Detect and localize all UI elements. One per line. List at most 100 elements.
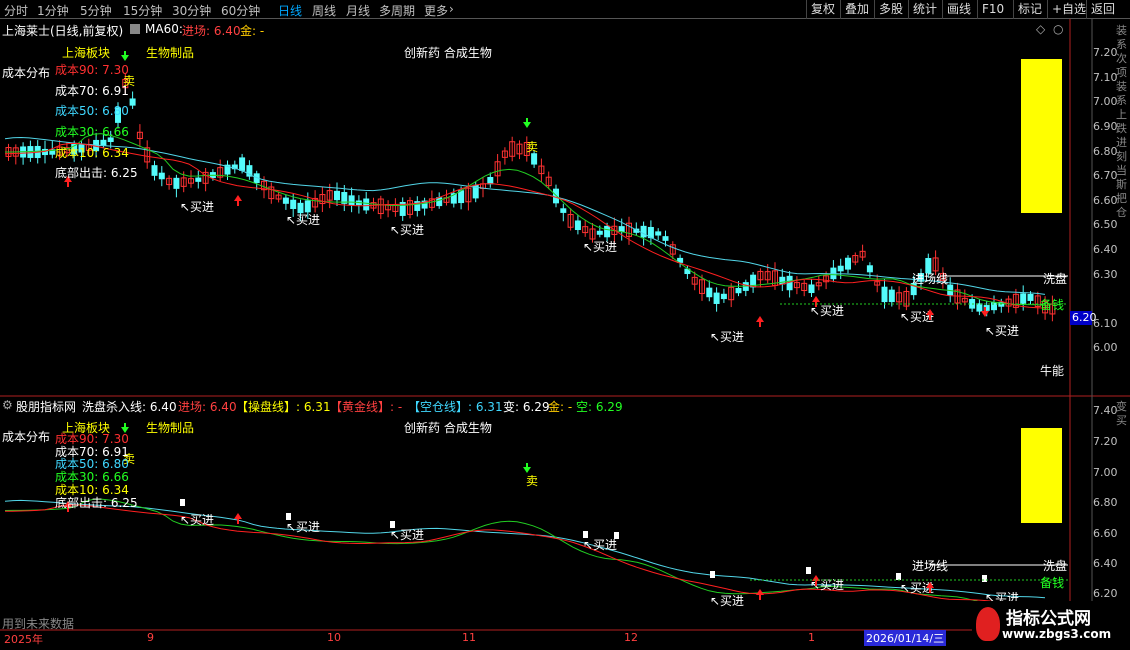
jinchangxian-label-top: 进场线 bbox=[912, 272, 949, 286]
right-strip-text-bottom: 变买 bbox=[1116, 400, 1127, 427]
watermark-box: 指标公式网 www.zbgs3.com bbox=[972, 601, 1130, 650]
x-axis-label: 2025年 bbox=[4, 633, 43, 646]
biaoji-button[interactable]: 标记 bbox=[1013, 0, 1046, 19]
f10-button[interactable]: F10 bbox=[977, 0, 1008, 19]
candle-body bbox=[458, 190, 465, 204]
y-tick-top: 6.50 bbox=[1093, 218, 1118, 231]
cost10-top: 成本10: 6.34 bbox=[55, 146, 129, 160]
huaxian-button[interactable]: 画线 bbox=[942, 0, 975, 19]
tab-period-daily[interactable]: 日线 bbox=[278, 2, 302, 19]
future-data-note: 用到未来数据 bbox=[2, 617, 75, 631]
ma60-label: MA60: bbox=[145, 22, 183, 36]
bottom-out-bottom: 底部出击: 6.25 bbox=[55, 496, 138, 510]
tab-period-60min[interactable]: 60分钟 bbox=[221, 2, 260, 19]
beiqian-label-bottom: 备钱 bbox=[1040, 576, 1065, 590]
indicator-title[interactable]: 股朋指标网 bbox=[16, 398, 76, 415]
dropdown-toggle-icon[interactable] bbox=[130, 24, 140, 34]
jinchangxian-label-bottom: 进场线 bbox=[912, 559, 949, 573]
candle-body bbox=[604, 225, 611, 238]
diejia-button[interactable]: 叠加 bbox=[840, 0, 873, 19]
candle-body bbox=[297, 202, 304, 214]
indicator-xipan-value: 洗盘杀入线: 6.40 bbox=[82, 400, 177, 414]
indicator-block bbox=[390, 521, 395, 528]
candle-body bbox=[334, 190, 340, 201]
buy-signal: ↖买进 bbox=[180, 200, 214, 214]
yellow-signal-box-top bbox=[1021, 59, 1062, 213]
cost70-top: 成本70: 6.91 bbox=[55, 84, 129, 98]
jin-value: 金: - bbox=[240, 24, 265, 38]
candle-body bbox=[596, 230, 603, 235]
ma60-line bbox=[4, 136, 1046, 295]
y-tick-bottom: 7.40 bbox=[1093, 404, 1118, 417]
ma-short-line bbox=[5, 133, 1046, 306]
indicator-block bbox=[286, 513, 291, 520]
candle-body bbox=[574, 220, 581, 231]
candle-body bbox=[1027, 293, 1034, 301]
candle-body bbox=[706, 287, 713, 298]
y-tick-top: 6.10 bbox=[1093, 317, 1118, 330]
concepts-label-top: 创新药 合成生物 bbox=[404, 46, 492, 60]
y-tick-top: 7.20 bbox=[1093, 46, 1118, 59]
add-watchlist-button[interactable]: +自选 bbox=[1047, 0, 1090, 19]
watermark-url: www.zbgs3.com bbox=[1002, 627, 1112, 641]
tongji-button[interactable]: 统计 bbox=[908, 0, 941, 19]
buy-signal: ↖买进 bbox=[583, 538, 617, 552]
duogu-button[interactable]: 多股 bbox=[874, 0, 907, 19]
tab-period-15min[interactable]: 15分钟 bbox=[123, 2, 162, 19]
cost50-top: 成本50: 6.80 bbox=[55, 104, 129, 118]
pencil-logo-icon bbox=[976, 607, 1000, 641]
beiqian-label-top: 备钱 bbox=[1040, 298, 1065, 312]
tab-period-fenshi[interactable]: 分时 bbox=[4, 2, 28, 19]
tab-period-more[interactable]: 更多 bbox=[424, 2, 448, 19]
fuquan-button[interactable]: 复权 bbox=[806, 0, 839, 19]
buy-signal: ↖买进 bbox=[286, 213, 320, 227]
indicator-block bbox=[583, 531, 588, 538]
circle-icon[interactable]: ○ bbox=[1053, 22, 1063, 36]
up-arrow-icon bbox=[234, 513, 242, 519]
y-tick-bottom: 6.60 bbox=[1093, 527, 1118, 540]
candle-body bbox=[290, 199, 297, 209]
ma-mid-line bbox=[4, 142, 1046, 309]
caopan-line bbox=[4, 498, 1046, 606]
stock-title: 上海莱士(日线,前复权) bbox=[2, 24, 124, 38]
candle-body bbox=[348, 195, 355, 206]
y-tick-top: 6.40 bbox=[1093, 243, 1118, 256]
y-tick-top: 7.10 bbox=[1093, 71, 1118, 84]
candle-body bbox=[436, 197, 443, 207]
kline-chart-canvas[interactable]: 卖卖↖买进↖买进↖买进↖买进↖买进↖买进 ↖买进↖买进 卖卖↖买进 ↖买进↖买进↖买… bbox=[0, 19, 1130, 650]
candle-body bbox=[195, 177, 202, 182]
sell-signal: 卖 bbox=[526, 140, 538, 154]
xipan-label-top: 洗盘 bbox=[1043, 272, 1068, 286]
chevron-right-icon[interactable]: › bbox=[449, 2, 454, 16]
tab-period-weekly[interactable]: 周线 bbox=[312, 2, 336, 19]
candle-body bbox=[151, 165, 158, 176]
indicator-block bbox=[180, 499, 185, 506]
back-button[interactable]: 返回 bbox=[1086, 0, 1119, 19]
tab-period-1min[interactable]: 1分钟 bbox=[37, 2, 69, 19]
candle-body bbox=[282, 197, 289, 204]
indicator-block bbox=[806, 567, 811, 574]
buy-signal: ↖买进 bbox=[390, 223, 424, 237]
candle-body bbox=[720, 293, 727, 300]
x-axis-label: 1 bbox=[808, 631, 815, 644]
candle-body bbox=[487, 176, 494, 185]
tab-period-30min[interactable]: 30分钟 bbox=[172, 2, 211, 19]
buy-signal: ↖买进 bbox=[985, 324, 1019, 338]
tab-period-monthly[interactable]: 月线 bbox=[346, 2, 370, 19]
candle-body bbox=[239, 157, 246, 171]
candle-body bbox=[531, 153, 538, 165]
y-tick-top: 7.00 bbox=[1093, 95, 1118, 108]
x-axis-label: 9 bbox=[147, 631, 154, 644]
gear-icon[interactable]: ⚙ bbox=[2, 398, 13, 412]
period-toolbar: 分时 1分钟 5分钟 15分钟 30分钟 60分钟 日线 周线 月线 多周期 更… bbox=[0, 0, 1130, 19]
y-tick-top: 6.60 bbox=[1093, 194, 1118, 207]
huangjin-line bbox=[4, 504, 1046, 608]
tab-period-5min[interactable]: 5分钟 bbox=[80, 2, 112, 19]
diamond-icon[interactable]: ◇ bbox=[1036, 22, 1045, 36]
tab-period-multi[interactable]: 多周期 bbox=[379, 2, 415, 19]
indicator-jinchang-value: 进场: 6.40 bbox=[178, 400, 237, 414]
y-tick-top: 6.70 bbox=[1093, 169, 1118, 182]
right-strip-text-top: 装系次项装系上跌进刻当斯把仓 bbox=[1116, 24, 1127, 219]
watermark-title: 指标公式网 bbox=[1006, 609, 1091, 629]
candle-body bbox=[640, 225, 647, 238]
